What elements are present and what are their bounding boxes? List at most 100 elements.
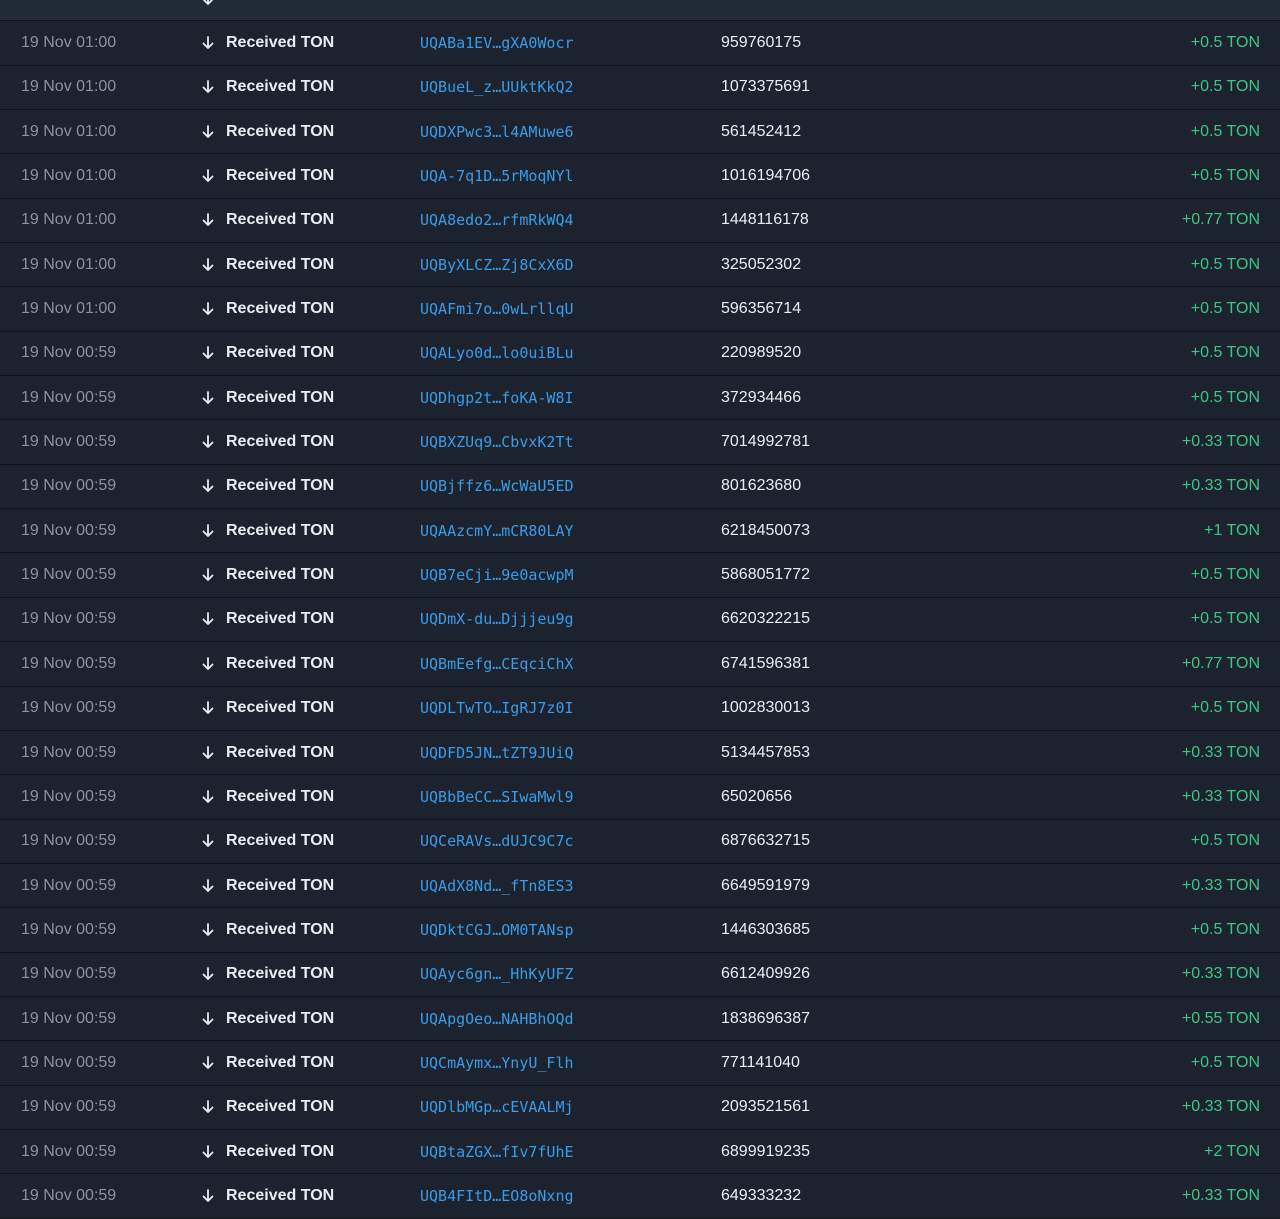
transaction-amount: +0.5 TON	[1190, 920, 1260, 938]
transaction-action-label: Received TON	[226, 566, 335, 584]
transaction-address-link[interactable]: UQAyc6gn…_HhKyUFZ	[420, 953, 574, 996]
arrow-down-icon	[202, 878, 214, 892]
transaction-address-link[interactable]: UQDFD5JN…tZT9JUiQ	[420, 731, 574, 774]
transaction-row[interactable]: 19 Nov 00:59 Received TON UQDFD5JN…tZT9J…	[0, 730, 1280, 776]
arrow-down-icon	[202, 701, 214, 715]
transaction-row[interactable]: 19 Nov 00:59 Received TON UQApgOeo…NAHBh…	[0, 996, 1280, 1042]
transaction-action-label: Received TON	[226, 255, 335, 273]
transaction-row[interactable]	[0, 0, 1280, 22]
transaction-row[interactable]: 19 Nov 01:00 Received TON UQDXPwc3…l4AMu…	[0, 110, 1280, 155]
transaction-address-link[interactable]: UQByXLCZ…Zj8CxX6D	[420, 243, 574, 286]
arrow-down-icon	[202, 390, 214, 404]
transaction-address-link[interactable]: UQB7eCji…9e0acwpM	[420, 553, 574, 596]
transaction-row[interactable]: 19 Nov 00:59 Received TON UQDlbMGp…cEVAA…	[0, 1085, 1280, 1130]
transaction-address-link[interactable]: UQDLTwTO…IgRJ7z0I	[420, 687, 574, 730]
transaction-action: Received TON	[200, 154, 334, 197]
transaction-row[interactable]: 19 Nov 00:59 Received TON UQAAzcmY…mCR80…	[0, 509, 1280, 554]
transaction-amount: +0.77 TON	[1181, 654, 1260, 672]
transaction-action-label: Received TON	[226, 699, 335, 717]
transaction-amount: +0.77 TON	[1181, 211, 1260, 229]
transaction-action-label: Received TON	[226, 122, 335, 140]
transaction-row[interactable]: 19 Nov 01:00 Received TON UQAFmi7o…0wLrl…	[0, 287, 1280, 332]
transaction-row[interactable]: 19 Nov 01:00 Received TON UQBueL_z…UUktK…	[0, 65, 1280, 111]
arrow-down-icon	[202, 1100, 214, 1114]
transaction-comment: 220989520	[721, 344, 802, 362]
transaction-address-link[interactable]: UQALyo0d…lo0uiBLu	[420, 332, 574, 375]
transaction-row[interactable]: 19 Nov 00:59 Received TON UQBtaZGX…fIv7f…	[0, 1129, 1280, 1175]
transaction-address-link[interactable]: UQAdX8Nd…_fTn8ES3	[420, 864, 574, 907]
transaction-time: 19 Nov 01:00	[21, 78, 117, 96]
transaction-address-link[interactable]: UQDktCGJ…OM0TANsp	[420, 908, 574, 951]
transaction-time: 19 Nov 00:59	[21, 433, 117, 451]
transaction-time: 19 Nov 01:00	[21, 34, 117, 52]
transaction-action-label: Received TON	[226, 832, 335, 850]
arrow-down-icon	[202, 789, 214, 803]
transaction-time: 19 Nov 00:59	[21, 876, 117, 894]
transaction-amount: +1 TON	[1204, 521, 1260, 539]
transaction-row[interactable]: 19 Nov 00:59 Received TON UQBbBeCC…SIwaM…	[0, 775, 1280, 820]
transaction-row[interactable]: 19 Nov 00:59 Received TON UQBXZUq9…CbvxK…	[0, 420, 1280, 465]
transaction-row[interactable]: 19 Nov 00:59 Received TON UQDhgp2t…foKA-…	[0, 376, 1280, 421]
transaction-row[interactable]: 19 Nov 01:00 Received TON UQA8edo2…rfmRk…	[0, 198, 1280, 244]
transaction-action: Received TON	[200, 1086, 334, 1129]
transaction-address-link[interactable]: UQABa1EV…gXA0Wocr	[420, 21, 574, 64]
transaction-amount: +0.5 TON	[1190, 122, 1260, 140]
transaction-amount: +0.33 TON	[1181, 1098, 1260, 1116]
transaction-row[interactable]: 19 Nov 01:00 Received TON UQABa1EV…gXA0W…	[0, 21, 1280, 66]
transaction-address-link[interactable]: UQCmAymx…YnyU_Flh	[420, 1041, 574, 1084]
transaction-row[interactable]: 19 Nov 00:59 Received TON UQCeRAVs…dUJC9…	[0, 819, 1280, 864]
transaction-comment: 6741596381	[721, 654, 810, 672]
transaction-time: 19 Nov 00:59	[21, 477, 117, 495]
transaction-address-link[interactable]: UQBbBeCC…SIwaMwl9	[420, 775, 574, 818]
transaction-comment: 1446303685	[721, 920, 810, 938]
transaction-time: 19 Nov 00:59	[21, 699, 117, 717]
transaction-amount: +0.5 TON	[1190, 34, 1260, 52]
transaction-row[interactable]: 19 Nov 00:59 Received TON UQDktCGJ…OM0TA…	[0, 908, 1280, 953]
transaction-address-link[interactable]: UQAFmi7o…0wLrllqU	[420, 287, 574, 330]
transaction-address-link[interactable]: UQAAzcmY…mCR80LAY	[420, 509, 574, 552]
transaction-action: Received TON	[200, 775, 334, 818]
transaction-row[interactable]: 19 Nov 00:59 Received TON UQBjffz6…WcWaU…	[0, 464, 1280, 510]
transaction-time: 19 Nov 01:00	[21, 300, 117, 318]
transaction-address-link[interactable]: UQApgOeo…NAHBhOQd	[420, 997, 574, 1040]
transaction-row[interactable]: 19 Nov 00:59 Received TON UQB7eCji…9e0ac…	[0, 553, 1280, 598]
transaction-address-link[interactable]: UQDmX-du…Djjjeu9g	[420, 598, 574, 641]
transaction-action: Received TON	[200, 1130, 334, 1173]
transaction-action-label: Received TON	[226, 1142, 335, 1160]
transaction-row[interactable]: 19 Nov 00:59 Received TON UQCmAymx…YnyU_…	[0, 1041, 1280, 1086]
transaction-time: 19 Nov 00:59	[21, 1053, 117, 1071]
transaction-time: 19 Nov 00:59	[21, 743, 117, 761]
transaction-address-link[interactable]: UQCeRAVs…dUJC9C7c	[420, 820, 574, 863]
transaction-address-link[interactable]: UQBueL_z…UUktKkQ2	[420, 66, 574, 109]
transaction-row[interactable]: 19 Nov 00:59 Received TON UQAyc6gn…_HhKy…	[0, 952, 1280, 997]
transaction-address-link[interactable]: UQBXZUq9…CbvxK2Tt	[420, 420, 574, 463]
transaction-address-link[interactable]: UQA-7q1D…5rMoqNYl	[420, 154, 574, 197]
arrow-down-icon	[202, 1144, 214, 1158]
transaction-address-link[interactable]: UQDlbMGp…cEVAALMj	[420, 1086, 574, 1129]
transaction-address-link[interactable]: UQBjffz6…WcWaU5ED	[420, 465, 574, 508]
transaction-address-link[interactable]: UQBtaZGX…fIv7fUhE	[420, 1130, 574, 1173]
transaction-action: Received TON	[200, 997, 334, 1040]
transaction-row[interactable]: 19 Nov 00:59 Received TON UQB4FItD…EO8oN…	[0, 1174, 1280, 1219]
transaction-action-label: Received TON	[226, 34, 335, 52]
transaction-row[interactable]: 19 Nov 01:00 Received TON UQByXLCZ…Zj8Cx…	[0, 243, 1280, 288]
transaction-action-label: Received TON	[226, 211, 335, 229]
transaction-action-label: Received TON	[226, 1053, 335, 1071]
transaction-row[interactable]: 19 Nov 00:59 Received TON UQDLTwTO…IgRJ7…	[0, 686, 1280, 731]
transaction-comment: 1838696387	[721, 1009, 810, 1027]
transaction-row[interactable]: 19 Nov 00:59 Received TON UQDmX-du…Djjje…	[0, 597, 1280, 643]
transaction-address-link[interactable]: UQB4FItD…EO8oNxng	[420, 1174, 574, 1217]
arrow-down-icon	[202, 1056, 214, 1069]
transaction-amount: +0.5 TON	[1190, 832, 1260, 850]
transaction-row[interactable]: 19 Nov 00:59 Received TON UQBmEefg…CEqci…	[0, 642, 1280, 687]
transaction-row[interactable]: 19 Nov 01:00 Received TON UQA-7q1D…5rMoq…	[0, 154, 1280, 199]
arrow-down-icon	[202, 656, 214, 670]
transaction-address-link[interactable]: UQDXPwc3…l4AMuwe6	[420, 110, 574, 153]
transaction-amount: +0.33 TON	[1181, 965, 1260, 983]
transaction-row[interactable]: 19 Nov 00:59 Received TON UQAdX8Nd…_fTn8…	[0, 863, 1280, 909]
transaction-address-link[interactable]: UQDhgp2t…foKA-W8I	[420, 376, 574, 419]
transaction-row[interactable]: 19 Nov 00:59 Received TON UQALyo0d…lo0ui…	[0, 331, 1280, 377]
transaction-address-link[interactable]: UQBmEefg…CEqciChX	[420, 642, 574, 685]
transaction-address-link[interactable]: UQA8edo2…rfmRkWQ4	[420, 199, 574, 242]
transaction-comment: 6649591979	[721, 876, 810, 894]
